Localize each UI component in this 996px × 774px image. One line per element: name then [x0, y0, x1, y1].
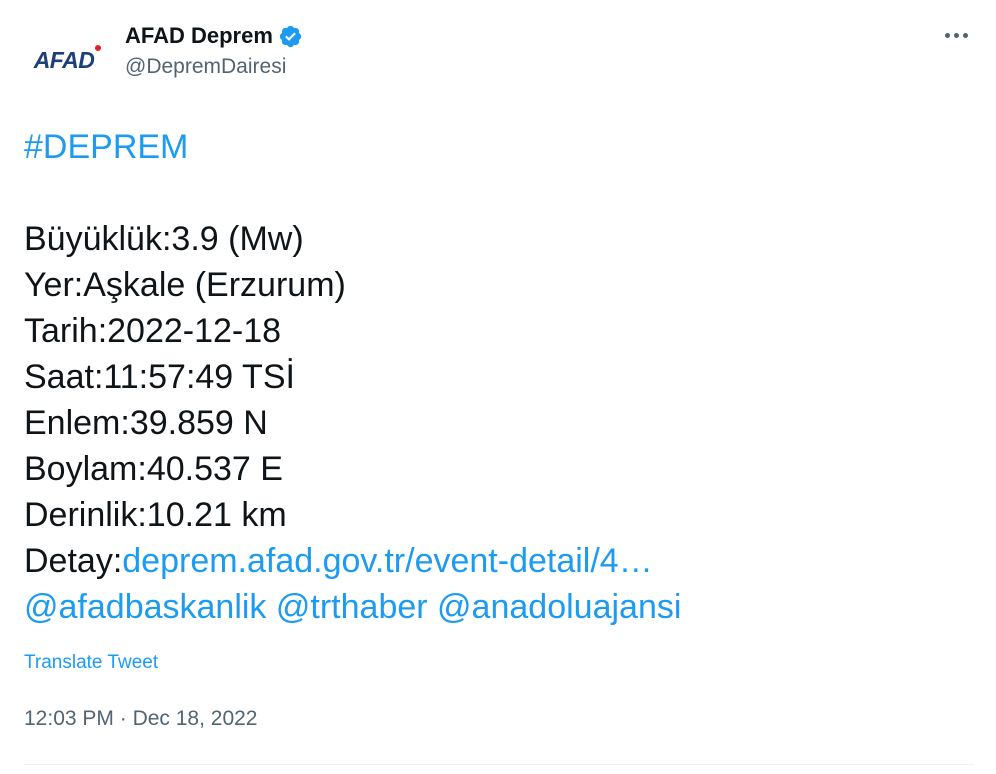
latitude-line: Enlem:39.859 N — [24, 404, 268, 442]
detail-line: Detay:deprem.afad.gov.tr/event-detail/4… — [24, 538, 974, 584]
mention-anadoluajansi[interactable]: @anadoluajansi — [437, 588, 681, 626]
divider — [24, 764, 974, 765]
author-names: AFAD Deprem @DepremDairesi — [125, 21, 303, 79]
display-name-row: AFAD Deprem — [125, 21, 303, 51]
tweet-card: AFAD AFAD Deprem @DepremDairesi #DEPREM — [0, 0, 996, 774]
more-dot — [953, 32, 959, 38]
detail-label: Detay: — [24, 542, 123, 580]
more-options-icon[interactable] — [938, 20, 974, 50]
magnitude-line: Büyüklük:3.9 (Mw) — [24, 220, 304, 258]
avatar[interactable]: AFAD — [24, 20, 104, 100]
logo-dot — [95, 44, 102, 51]
avatar-logo-text: AFAD — [33, 46, 95, 73]
depth-line: Derinlik:10.21 km — [24, 496, 287, 534]
tweet-time[interactable]: 12:03 PM — [24, 707, 114, 730]
time-line: Saat:11:57:49 TSİ — [24, 358, 295, 396]
tweet-timestamp: 12:03 PM · Dec 18, 2022 — [24, 707, 258, 731]
timestamp-separator: · — [113, 707, 133, 730]
date-line: Tarih:2022-12-18 — [24, 312, 282, 350]
mention-afadbaskanlik[interactable]: @afadbaskanlik — [24, 588, 266, 626]
detail-link[interactable]: deprem.afad.gov.tr/event-detail/4… — [122, 542, 652, 580]
mention-trthaber[interactable]: @trthaber — [276, 588, 428, 626]
tweet-header: AFAD AFAD Deprem @DepremDairesi — [24, 14, 974, 100]
tweet-date[interactable]: Dec 18, 2022 — [133, 707, 258, 730]
handle[interactable]: @DepremDairesi — [125, 55, 303, 79]
hashtag-link[interactable]: #DEPREM — [24, 128, 188, 166]
verified-badge-icon — [279, 25, 302, 47]
more-dot — [944, 32, 950, 38]
location-line: Yer:Aşkale (Erzurum) — [24, 266, 346, 304]
afad-logo: AFAD — [33, 44, 102, 73]
tweet-text: #DEPREM Büyüklük:3.9 (Mw) Yer:Aşkale (Er… — [24, 124, 974, 630]
mentions-line: @afadbaskanlik @trthaber @anadoluajansi — [24, 584, 974, 630]
longitude-line: Boylam:40.537 E — [24, 450, 283, 488]
display-name[interactable]: AFAD Deprem — [125, 23, 273, 49]
translate-tweet-button[interactable]: Translate Tweet — [24, 652, 158, 674]
more-dot — [962, 32, 968, 38]
